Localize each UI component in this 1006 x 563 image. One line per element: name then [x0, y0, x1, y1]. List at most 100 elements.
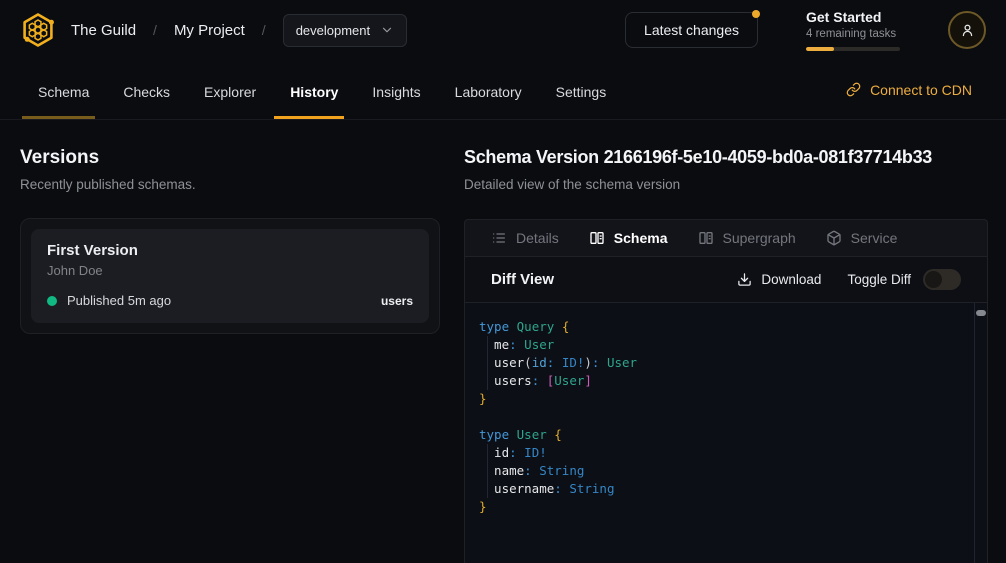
breadcrumb-org[interactable]: The Guild [71, 22, 136, 39]
schema-view-panel: Details Schema Super [464, 219, 988, 563]
tab-label: Schema [614, 230, 668, 246]
version-status-row: Published 5m ago users [47, 293, 413, 308]
detail-tabs: Details Schema Super [464, 219, 988, 257]
breadcrumb-separator: / [153, 22, 157, 38]
code-line: type Query { [479, 318, 961, 336]
tab-label: Service [851, 230, 898, 246]
version-detail-subtitle: Detailed view of the schema version [464, 177, 988, 192]
target-selector-dropdown[interactable]: development [283, 14, 407, 47]
code-line [479, 408, 961, 426]
latest-changes-label: Latest changes [644, 22, 739, 38]
tab-service[interactable]: Service [826, 230, 898, 246]
nav-tab-label: Laboratory [455, 84, 522, 100]
download-icon [737, 272, 752, 287]
code-line: id: ID! [479, 444, 961, 462]
nav-tab-label: Schema [38, 84, 89, 100]
versions-panel: Versions Recently published schemas. Fir… [0, 120, 464, 563]
code-line: me: User [479, 336, 961, 354]
indent-guide [487, 444, 488, 462]
nav-tab-label: Checks [123, 84, 170, 100]
panels-icon [698, 230, 714, 246]
diff-actions: Download Toggle Diff [737, 269, 961, 290]
app-window: The Guild / My Project / development Lat… [0, 0, 1006, 563]
code-line: username: String [479, 480, 961, 498]
notification-dot [752, 10, 760, 18]
get-started-title: Get Started [806, 9, 900, 25]
nav-tab-label: Settings [556, 84, 607, 100]
hive-logo-icon[interactable] [20, 12, 56, 48]
nav-bar: Schema Checks Explorer History Insights Labor… [0, 60, 1006, 120]
tab-label: Details [516, 230, 559, 246]
version-list-item[interactable]: First Version John Doe Published 5m ago … [31, 229, 429, 323]
version-detail-panel: Schema Version 2166196f-5e10-4059-bd0a-0… [464, 120, 1006, 563]
indent-guide [487, 336, 488, 354]
version-author: John Doe [47, 263, 413, 278]
diff-view-header: Diff View Download Toggle Diff [464, 257, 988, 303]
connect-to-cdn-label: Connect to CDN [870, 82, 972, 98]
indent-guide [487, 372, 488, 390]
latest-changes-button[interactable]: Latest changes [625, 12, 758, 48]
code-line: } [479, 498, 961, 516]
version-status-label: Published 5m ago [67, 293, 171, 308]
code-line: } [479, 390, 961, 408]
nav-tab-label: Explorer [204, 84, 256, 100]
code-block: type Query { me: User user(id: ID!): Use… [479, 318, 961, 516]
version-detail-title: Schema Version 2166196f-5e10-4059-bd0a-0… [464, 147, 988, 168]
user-avatar-button[interactable] [948, 11, 986, 49]
link-icon [846, 82, 861, 97]
download-button[interactable]: Download [737, 272, 821, 287]
code-scrollbar [974, 303, 987, 563]
chevron-down-icon [380, 23, 394, 37]
breadcrumb-separator: / [262, 22, 266, 38]
code-line: user(id: ID!): User [479, 354, 961, 372]
indent-guide [487, 462, 488, 480]
versions-list-card: First Version John Doe Published 5m ago … [20, 218, 440, 334]
tab-label: Supergraph [723, 230, 796, 246]
get-started-progressbar [806, 47, 900, 51]
person-icon [959, 22, 976, 39]
breadcrumb: The Guild / My Project / [71, 22, 266, 39]
tab-supergraph[interactable]: Supergraph [698, 230, 796, 246]
code-line: users: [User] [479, 372, 961, 390]
nav-tabs: Schema Checks Explorer History Insights Labor… [36, 60, 608, 119]
download-label: Download [761, 272, 821, 287]
tab-schema[interactable]: Schema [589, 230, 668, 246]
get-started-widget[interactable]: Get Started 4 remaining tasks [806, 9, 900, 51]
toggle-knob [925, 271, 942, 288]
nav-tab-insights[interactable]: Insights [370, 60, 422, 119]
versions-title: Versions [20, 147, 440, 169]
indent-guide [487, 354, 488, 372]
code-scrollbar-thumb[interactable] [976, 310, 986, 316]
breadcrumb-project[interactable]: My Project [174, 22, 245, 39]
connect-to-cdn-button[interactable]: Connect to CDN [846, 82, 982, 98]
toggle-diff-label: Toggle Diff [847, 272, 911, 287]
toggle-diff-group: Toggle Diff [847, 269, 961, 290]
main-content: Versions Recently published schemas. Fir… [0, 120, 1006, 563]
cube-icon [826, 230, 842, 246]
version-service-badge: users [381, 294, 413, 308]
nav-tab-history[interactable]: History [288, 60, 340, 119]
sdl-code-viewer: type Query { me: User user(id: ID!): Use… [464, 303, 988, 563]
published-status-dot [47, 296, 57, 306]
diff-view-title: Diff View [491, 271, 554, 288]
get-started-progress-fill [806, 47, 834, 51]
tab-details[interactable]: Details [491, 230, 559, 246]
get-started-subtitle: 4 remaining tasks [806, 28, 900, 40]
indent-guide [487, 480, 488, 498]
list-icon [491, 230, 507, 246]
target-selector-value: development [296, 23, 370, 38]
toggle-diff-switch[interactable] [923, 269, 961, 290]
nav-tab-label: History [290, 84, 338, 100]
nav-tab-schema[interactable]: Schema [36, 60, 91, 119]
nav-tab-label: Insights [372, 84, 420, 100]
header: The Guild / My Project / development Lat… [0, 0, 1006, 60]
versions-subtitle: Recently published schemas. [20, 177, 440, 192]
code-line: name: String [479, 462, 961, 480]
nav-tab-laboratory[interactable]: Laboratory [453, 60, 524, 119]
panels-icon [589, 230, 605, 246]
code-line: type User { [479, 426, 961, 444]
nav-tab-checks[interactable]: Checks [121, 60, 172, 119]
version-name: First Version [47, 242, 413, 259]
nav-tab-settings[interactable]: Settings [554, 60, 609, 119]
nav-tab-explorer[interactable]: Explorer [202, 60, 258, 119]
